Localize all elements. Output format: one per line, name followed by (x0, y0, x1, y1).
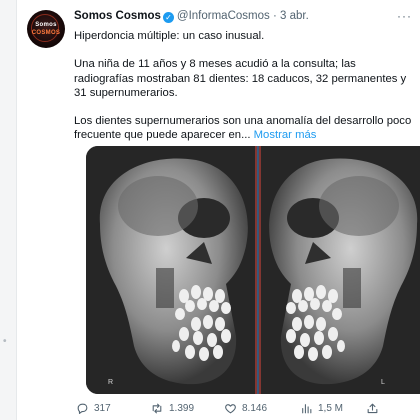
reply-button[interactable]: 317 (76, 402, 111, 415)
rail-decoration: • (3, 336, 7, 347)
image-label-l: L (381, 379, 385, 386)
retweet-button[interactable]: 1.399 (150, 402, 194, 415)
retweet-count: 1.399 (169, 403, 195, 414)
more-icon[interactable]: ··· (397, 9, 412, 23)
tweet-card[interactable]: Somos COSMOS Somos Cosmos ✓ @InformaCosmos… (16, 0, 420, 420)
image-label-r: R (108, 379, 113, 386)
avatar-text-line2: COSMOS (31, 30, 61, 36)
views-count: 1,5 M (318, 403, 344, 414)
tweet-actions: 317 1.399 8.146 1,5 M (74, 402, 412, 418)
share-button[interactable] (366, 402, 379, 415)
tweet-text-para2: Una niña de 11 años y 8 meses acudió a l… (74, 58, 407, 99)
tweet-text-para3: Los dientes supernumerarios son una anom… (74, 114, 412, 143)
like-icon (225, 404, 236, 414)
xray-image: R L (86, 146, 420, 394)
reply-count: 317 (94, 403, 111, 414)
avatar-ring (31, 14, 59, 42)
author-handle[interactable]: @InformaCosmos (177, 10, 270, 22)
tweet-text-line1: Hiperdoncia múltiple: un caso inusual. (74, 30, 265, 42)
views-icon (302, 404, 312, 414)
share-icon (367, 403, 378, 414)
tweet-header: Somos Cosmos ✓ @InformaCosmos · 3 abr. (74, 10, 412, 28)
tweet-date[interactable]: 3 abr. (280, 10, 309, 22)
separator-dot: · (272, 10, 277, 22)
tweet-text: Hiperdoncia múltiple: un caso inusual. U… (74, 29, 412, 143)
tweet-text-para3-content: Los dientes supernumerarios son una anom… (74, 115, 412, 142)
avatar[interactable]: Somos COSMOS (27, 10, 65, 48)
show-more-link[interactable]: Mostrar más (254, 129, 317, 141)
author-name[interactable]: Somos Cosmos (74, 10, 161, 22)
views-button[interactable]: 1,5 M (300, 402, 343, 415)
retweet-icon (152, 403, 162, 414)
avatar-text-line1: Somos (35, 22, 57, 28)
verified-badge-icon: ✓ (162, 12, 174, 23)
like-button[interactable]: 8.146 (224, 402, 267, 415)
reply-icon (77, 403, 88, 414)
tweet-media-image[interactable]: R L (86, 146, 420, 394)
like-count: 8.146 (242, 403, 268, 414)
left-rail: • (0, 0, 17, 420)
